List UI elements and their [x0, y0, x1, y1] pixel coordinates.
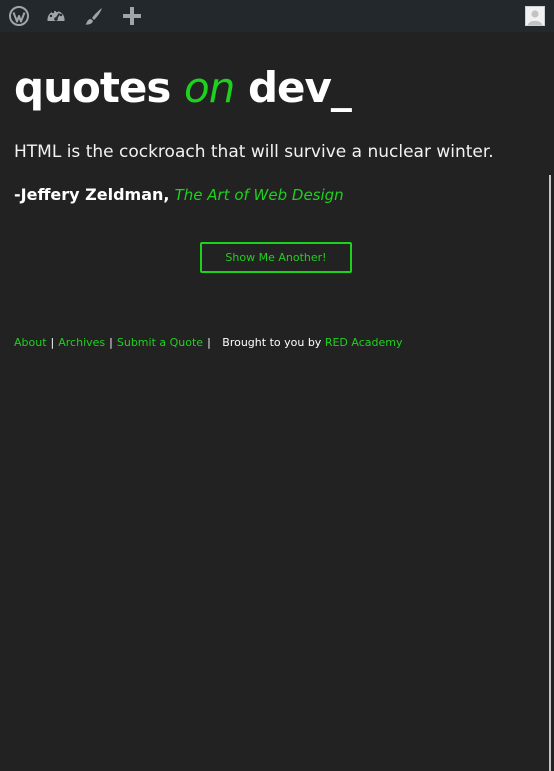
- footer-link-about[interactable]: About: [14, 336, 47, 349]
- site-footer: About | Archives | Submit a Quote | Brought t…: [14, 335, 402, 351]
- quote-author: -Jeffery Zeldman: [14, 185, 164, 204]
- scrollbar[interactable]: [549, 175, 551, 771]
- footer-link-red-academy[interactable]: RED Academy: [325, 336, 403, 349]
- quote-text: HTML is the cockroach that will survive …: [14, 142, 494, 162]
- admin-bar: [0, 0, 554, 32]
- footer-separator: |: [109, 336, 113, 349]
- footer-link-submit-quote[interactable]: Submit a Quote: [117, 336, 203, 349]
- avatar[interactable]: [525, 6, 545, 26]
- footer-link-archives[interactable]: Archives: [58, 336, 105, 349]
- quote-source-link[interactable]: The Art of Web Design: [175, 186, 344, 204]
- quote-attribution: -Jeffery Zeldman, The Art of Web Design: [14, 183, 344, 207]
- site-title-part-3: dev_: [247, 63, 352, 112]
- footer-credit-text: Brought to you by: [222, 336, 322, 349]
- wordpress-icon[interactable]: [8, 5, 30, 27]
- footer-separator: |: [207, 336, 211, 349]
- brush-icon[interactable]: [83, 5, 105, 27]
- site-title[interactable]: quotes on dev_: [14, 60, 352, 116]
- site-title-part-1: quotes: [14, 63, 171, 112]
- footer-separator: |: [50, 336, 55, 349]
- dashboard-icon[interactable]: [45, 5, 67, 27]
- plus-icon[interactable]: [121, 5, 143, 27]
- show-another-button[interactable]: Show Me Another!: [200, 242, 352, 273]
- site-title-part-2: on: [184, 63, 235, 112]
- attribution-separator: ,: [163, 185, 170, 204]
